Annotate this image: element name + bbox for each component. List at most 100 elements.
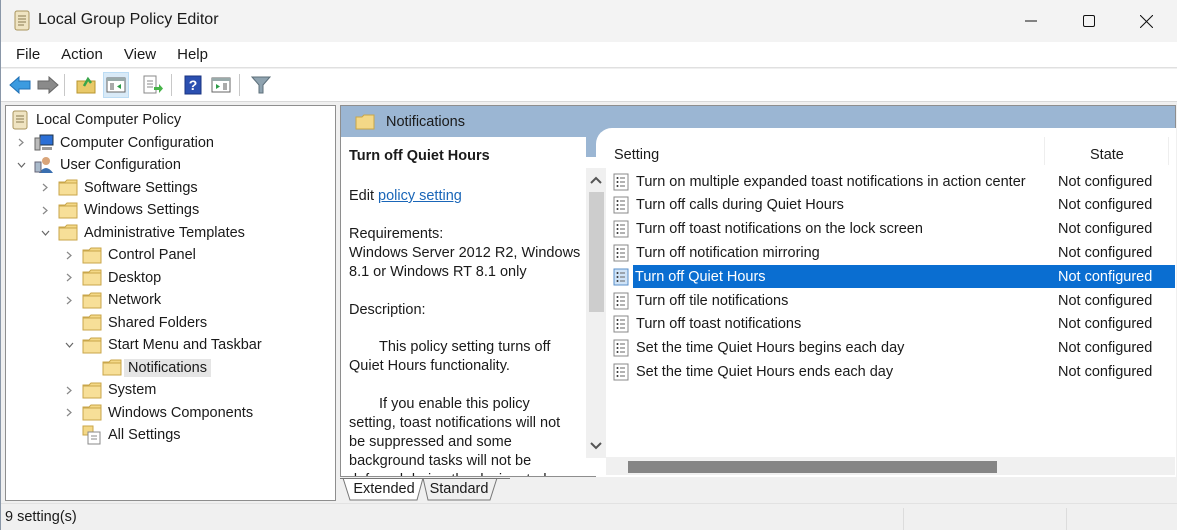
chevron-right-icon[interactable] [62,289,76,311]
horizontal-scrollbar[interactable] [606,457,1175,475]
table-row[interactable]: Set the time Quiet Hours ends each day No… [609,360,1175,383]
setting-name: Turn off Quiet Hours [635,268,766,285]
tree-item-label: All Settings [108,427,181,443]
all-settings-icon [82,425,102,445]
setting-state: Not configured [1058,221,1153,238]
setting-state: Not configured [1058,292,1153,309]
tree-item[interactable]: All Settings [62,424,181,446]
tab-extended[interactable]: Extended [348,478,420,500]
user-icon [34,156,54,174]
tree-item[interactable]: Shared Folders [62,312,207,334]
chevron-right-icon[interactable] [62,267,76,289]
table-row[interactable]: Turn off notification mirroring Not confi… [609,241,1175,264]
maximize-button[interactable] [1064,0,1114,42]
toolbar-separator [64,74,65,96]
table-row[interactable]: Turn off calls during Quiet Hours Not con… [609,194,1175,217]
chevron-down-icon [590,442,602,450]
table-row[interactable]: Turn off toast notifications Not configur… [609,313,1175,336]
minimize-button[interactable] [1006,0,1056,42]
tree-item[interactable]: Local Computer Policy [10,109,181,131]
column-header-state[interactable]: State [1090,147,1124,163]
tree-item[interactable]: System [62,379,156,401]
scroll-down-button[interactable] [586,436,606,456]
export-list-button[interactable] [140,72,166,98]
folder-icon [58,224,78,242]
tree-item[interactable]: Start Menu and Taskbar [62,334,262,356]
extended-description: Turn off Quiet Hours Edit policy setting… [341,137,586,476]
tree-item[interactable]: Administrative Templates [38,222,245,244]
vertical-scroll-thumb[interactable] [589,192,604,312]
column-header-setting[interactable]: Setting [614,147,659,163]
table-row[interactable]: Turn off tile notifications Not configure… [609,289,1175,312]
computer-icon [34,134,54,152]
toolbar: ? [1,69,1177,102]
horizontal-scroll-thumb[interactable] [628,461,997,473]
chevron-right-icon[interactable] [38,177,52,199]
toolbar-separator [239,74,240,96]
policy-setting-icon [613,173,631,191]
close-button[interactable] [1121,0,1171,42]
chevron-down-icon[interactable] [62,334,76,356]
setting-name: Turn on multiple expanded toast notifica… [636,173,1026,190]
tree-item[interactable]: Software Settings [38,177,198,199]
menu-file[interactable]: File [9,46,47,63]
tree-item[interactable]: Windows Components [62,402,253,424]
policy-setting-icon [613,244,631,262]
setting-name: Turn off calls during Quiet Hours [636,197,844,214]
chevron-right-icon[interactable] [14,132,28,154]
chevron-right-icon[interactable] [62,402,76,424]
tree-item[interactable]: Desktop [62,267,161,289]
setting-name: Set the time Quiet Hours ends each day [636,363,894,380]
scroll-up-button[interactable] [586,170,606,190]
tree-item[interactable]: Windows Settings [38,199,199,221]
tree-item-label: Windows Settings [84,202,200,218]
folder-icon [82,291,102,309]
title-bar: Local Group Policy Editor [1,0,1177,42]
chevron-right-icon[interactable] [62,244,76,266]
chevron-right-icon[interactable] [62,379,76,401]
policy-setting-icon [613,292,631,310]
show-hide-console-tree-button[interactable] [103,72,129,98]
column-divider[interactable] [1168,137,1169,165]
description-line: be suppressed and some [349,434,512,450]
edit-policy-setting-link[interactable]: policy setting [378,188,462,204]
column-divider[interactable] [1044,137,1045,165]
tree-item[interactable]: Notifications [102,357,211,379]
minimize-icon [1025,20,1037,22]
tab-standard[interactable]: Standard [424,478,494,500]
filter-icon [251,76,271,94]
scroll-policy-icon [13,10,31,32]
table-row[interactable]: Turn off Quiet Hours Not configured [613,265,1175,289]
table-row[interactable]: Turn on multiple expanded toast notifica… [609,170,1175,193]
scroll-policy-icon [10,110,30,130]
menu-action[interactable]: Action [54,46,110,63]
filter-button[interactable] [248,72,274,98]
tree-item[interactable]: Control Panel [62,244,196,266]
table-row[interactable]: Set the time Quiet Hours begins each day… [609,337,1175,360]
menu-view[interactable]: View [117,46,163,63]
vertical-scrollbar[interactable] [586,168,606,458]
tree-item[interactable]: Network [62,289,161,311]
chevron-right-icon[interactable] [38,199,52,221]
table-row[interactable]: Turn off toast notifications on the lock… [609,218,1175,241]
back-button[interactable] [7,72,33,98]
maximize-icon [1083,15,1095,27]
close-icon [1139,14,1153,28]
menu-help[interactable]: Help [170,46,215,63]
tree-item[interactable]: Computer Configuration [14,132,214,154]
folder-icon [102,359,122,377]
arrow-right-icon [37,76,59,94]
help-button[interactable]: ? [180,72,206,98]
chevron-down-icon[interactable] [14,154,28,176]
tree-item[interactable]: User Configuration [14,154,181,176]
tree-item-label: Local Computer Policy [36,112,182,128]
show-hide-action-pane-button[interactable] [208,72,234,98]
chevron-down-icon[interactable] [38,222,52,244]
tree-item-label: Start Menu and Taskbar [108,337,262,353]
forward-button[interactable] [35,72,61,98]
requirements-label: Requirements: [349,226,444,242]
tree-item-label: Windows Components [108,404,254,421]
up-one-level-button[interactable] [73,72,99,98]
tree-item-label: Notifications [124,358,211,377]
